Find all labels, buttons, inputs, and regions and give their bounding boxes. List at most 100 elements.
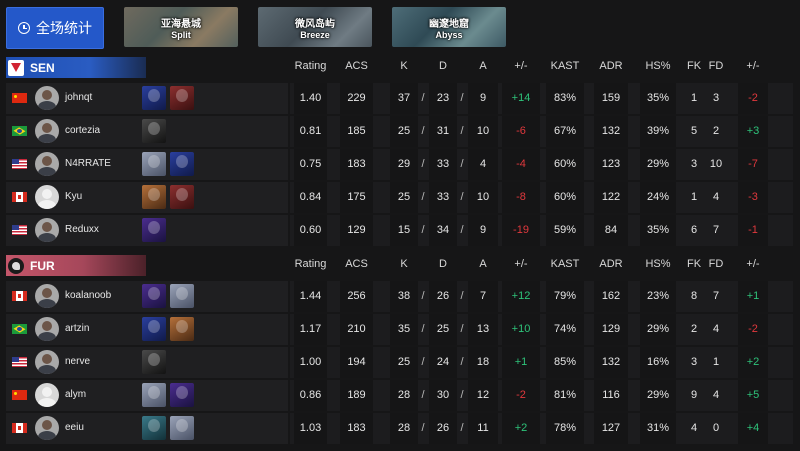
column-header-acs[interactable]: ACS bbox=[340, 60, 373, 72]
column-header-fk[interactable]: FK bbox=[686, 258, 702, 270]
column-header-adr[interactable]: ADR bbox=[594, 258, 628, 270]
team-header-fur: FUR Rating ACS K D A +/- KAST ADR HS% FK FD +/- bbox=[0, 254, 800, 277]
stat-fk-diff: +1 bbox=[738, 281, 768, 312]
column-header-k[interactable]: K bbox=[390, 258, 418, 270]
stat-fd: 10 bbox=[709, 158, 723, 170]
player-avatar bbox=[35, 317, 59, 341]
stat-d: 30 bbox=[429, 380, 457, 411]
kda-separator: / bbox=[460, 224, 464, 236]
kda-separator: / bbox=[421, 191, 425, 203]
overall-stats-button[interactable]: 全场统计 bbox=[6, 7, 104, 49]
player-row[interactable]: artzin 1.17 210 35 25 13 +10 74% 129 29% 2 4 -2 / / bbox=[0, 313, 800, 346]
stat-hs: 29% bbox=[640, 149, 676, 180]
top-bar: 全场统计 亚海悬城 Split 微风岛屿 Breeze 幽邃地窟 Abyss bbox=[0, 0, 800, 56]
flag-br-icon bbox=[12, 324, 27, 334]
team-logo-icon bbox=[8, 257, 24, 274]
stat-kast: 79% bbox=[546, 281, 584, 312]
stat-fd: 7 bbox=[712, 224, 720, 236]
player-row[interactable]: Kyu 0.84 175 25 33 10 -8 60% 122 24% 1 4 -3 / / bbox=[0, 181, 800, 214]
agent-portrait-icon bbox=[170, 284, 194, 308]
column-header-fd[interactable]: FD bbox=[706, 60, 726, 72]
player-row[interactable]: cortezia 0.81 185 25 31 10 -6 67% 132 39% 5 2 +3 / / bbox=[0, 115, 800, 148]
player-avatar bbox=[35, 152, 59, 176]
column-header-kd-diff[interactable]: +/- bbox=[502, 60, 540, 72]
column-header-k[interactable]: K bbox=[390, 60, 418, 72]
stat-fk: 3 bbox=[690, 356, 698, 368]
agent-portrait-icon bbox=[142, 119, 166, 143]
stat-fk-diff: +3 bbox=[738, 116, 768, 147]
column-header-fd[interactable]: FD bbox=[706, 258, 726, 270]
column-header-fk-diff[interactable]: +/- bbox=[738, 258, 768, 270]
column-header-fk-diff[interactable]: +/- bbox=[738, 60, 768, 72]
column-header-acs[interactable]: ACS bbox=[340, 258, 373, 270]
agent-portrait-icon bbox=[142, 350, 166, 374]
kda-separator: / bbox=[421, 422, 425, 434]
player-name[interactable]: Reduxx bbox=[65, 224, 99, 235]
kda-separator: / bbox=[460, 290, 464, 302]
stat-fk: 1 bbox=[690, 92, 698, 104]
stat-k: 38 bbox=[390, 281, 418, 312]
stat-fk-diff: -7 bbox=[738, 149, 768, 180]
stat-acs: 229 bbox=[340, 83, 373, 114]
map-tab-breeze[interactable]: 微风岛屿 Breeze bbox=[258, 7, 372, 47]
player-avatar bbox=[35, 86, 59, 110]
player-name[interactable]: Kyu bbox=[65, 191, 82, 202]
stat-k: 28 bbox=[390, 380, 418, 411]
column-header-fk[interactable]: FK bbox=[686, 60, 702, 72]
player-row[interactable]: alym 0.86 189 28 30 12 -2 81% 116 29% 9 4 +5 / / bbox=[0, 379, 800, 412]
flag-ca-icon bbox=[12, 291, 27, 301]
player-name[interactable]: nerve bbox=[65, 356, 90, 367]
column-header-a[interactable]: A bbox=[468, 60, 498, 72]
stat-fk: 2 bbox=[690, 323, 698, 335]
stat-acs: 175 bbox=[340, 182, 373, 213]
player-row[interactable]: Reduxx 0.60 129 15 34 9 -19 59% 84 35% 6 7 -1 / / bbox=[0, 214, 800, 247]
player-name[interactable]: cortezia bbox=[65, 125, 100, 136]
flag-us-icon bbox=[12, 357, 27, 367]
column-header-a[interactable]: A bbox=[468, 258, 498, 270]
player-row[interactable]: johnqt 1.40 229 37 23 9 +14 83% 159 35% 1 3 -2 / / bbox=[0, 82, 800, 115]
column-header-kast[interactable]: KAST bbox=[546, 258, 584, 270]
column-header-hs[interactable]: HS% bbox=[640, 258, 676, 270]
stat-hs: 16% bbox=[640, 347, 676, 378]
agent-portrait-icon bbox=[142, 416, 166, 440]
column-header-d[interactable]: D bbox=[429, 60, 457, 72]
kda-separator: / bbox=[421, 290, 425, 302]
player-name[interactable]: johnqt bbox=[65, 92, 92, 103]
stat-fk-diff: +2 bbox=[738, 347, 768, 378]
stat-hs: 23% bbox=[640, 281, 676, 312]
column-header-hs[interactable]: HS% bbox=[640, 60, 676, 72]
stat-acs: 183 bbox=[340, 413, 373, 444]
player-row[interactable]: N4RRATE 0.75 183 29 33 4 -4 60% 123 29% 3 10 -7 / / bbox=[0, 148, 800, 181]
stat-rating: 0.84 bbox=[294, 182, 327, 213]
player-row[interactable]: nerve 1.00 194 25 24 18 +1 85% 132 16% 3 1 +2 / / bbox=[0, 346, 800, 379]
stat-kast: 59% bbox=[546, 215, 584, 246]
column-header-kast[interactable]: KAST bbox=[546, 60, 584, 72]
player-row[interactable]: eeiu 1.03 183 28 26 11 +2 78% 127 31% 4 0 +4 / / bbox=[0, 412, 800, 445]
map-tab-split[interactable]: 亚海悬城 Split bbox=[124, 7, 238, 47]
player-row[interactable]: koalanoob 1.44 256 38 26 7 +12 79% 162 23% 8 7 +1// bbox=[0, 280, 800, 313]
map-tab-abyss[interactable]: 幽邃地窟 Abyss bbox=[392, 7, 506, 47]
stat-rating: 1.40 bbox=[294, 83, 327, 114]
column-header-kd-diff[interactable]: +/- bbox=[502, 258, 540, 270]
player-name[interactable]: N4RRATE bbox=[65, 158, 111, 169]
agent-portrait-icon bbox=[170, 416, 194, 440]
player-name[interactable]: artzin bbox=[65, 323, 89, 334]
agent-portrait-icon bbox=[142, 185, 166, 209]
column-header-d[interactable]: D bbox=[429, 258, 457, 270]
player-avatar bbox=[35, 185, 59, 209]
kda-separator: / bbox=[421, 125, 425, 137]
player-name[interactable]: eeiu bbox=[65, 422, 84, 433]
stat-kast: 60% bbox=[546, 149, 584, 180]
column-header-rating[interactable]: Rating bbox=[294, 258, 327, 270]
map-name-en: Split bbox=[171, 29, 191, 40]
agent-portrait-icon bbox=[142, 218, 166, 242]
stat-adr: 116 bbox=[594, 380, 628, 411]
column-header-adr[interactable]: ADR bbox=[594, 60, 628, 72]
stat-adr: 129 bbox=[594, 314, 628, 345]
stat-kd-diff: -4 bbox=[502, 149, 540, 180]
player-name[interactable]: alym bbox=[65, 389, 86, 400]
agent-portrait-icon bbox=[170, 86, 194, 110]
player-name[interactable]: koalanoob bbox=[65, 290, 111, 301]
stat-a: 12 bbox=[468, 380, 498, 411]
column-header-rating[interactable]: Rating bbox=[294, 60, 327, 72]
